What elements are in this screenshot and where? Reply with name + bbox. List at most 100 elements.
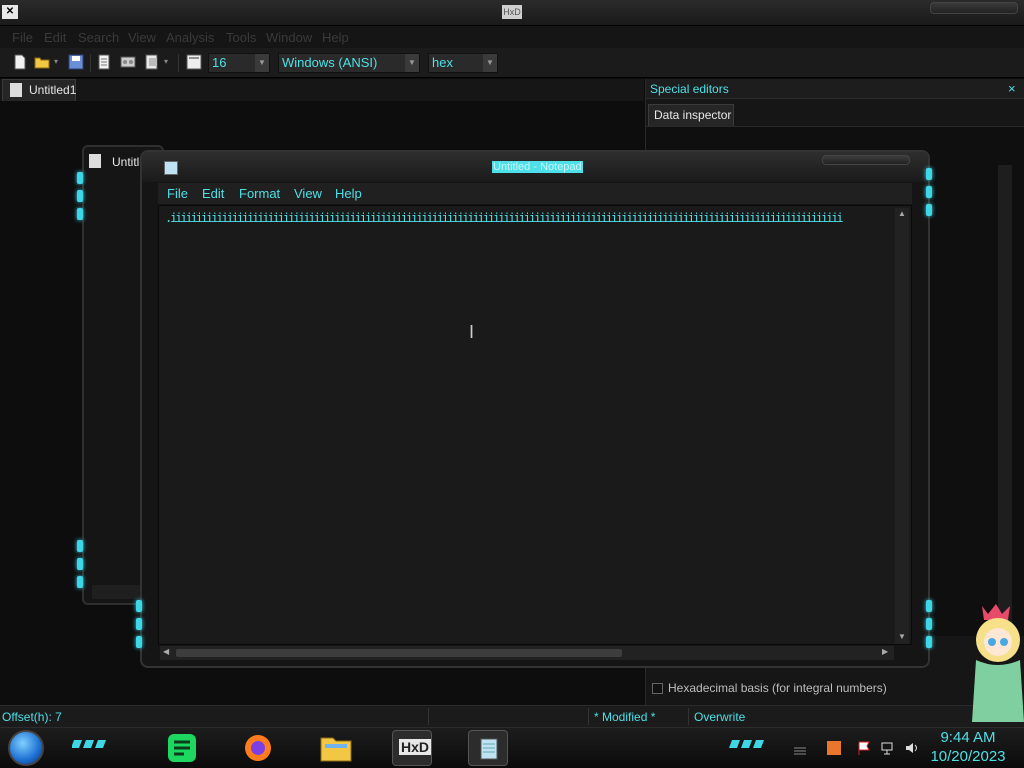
chevron-down-icon[interactable]: ▼ — [405, 54, 419, 72]
notepad-content: .iiiiiiiiiiiiiiiiiiiiiiiiiiiiiiiiiiiiiii… — [165, 211, 844, 225]
window-caption-buttons[interactable] — [822, 155, 910, 165]
hxd-app-icon[interactable]: ✕ — [2, 5, 18, 19]
glow-accent — [136, 600, 142, 612]
scroll-left-icon[interactable]: ◀ — [163, 647, 169, 656]
status-separator — [428, 708, 429, 725]
text-cursor-icon: I — [469, 322, 475, 342]
app-tray-icon[interactable] — [826, 740, 842, 756]
chevron-down-icon[interactable]: ▼ — [255, 54, 269, 72]
menu-format[interactable]: Format — [239, 186, 280, 201]
status-mode[interactable]: Overwrite — [694, 710, 745, 724]
charset-value: Windows (ANSI) — [282, 55, 378, 70]
menu-tools[interactable]: Tools — [226, 30, 256, 45]
hxd-title-bar: ✕ HxD — [0, 0, 1024, 26]
status-separator — [588, 708, 589, 725]
menu-window[interactable]: Window — [266, 30, 312, 45]
glow-accent — [77, 190, 83, 202]
tab-data-inspector[interactable]: Data inspector — [648, 104, 734, 126]
glow-accent — [77, 558, 83, 570]
hxd-tab-bar: Untitled1 — [0, 79, 644, 101]
menu-edit[interactable]: Edit — [202, 186, 224, 201]
notepad-window[interactable]: Untitled - Notepad File Edit Format View… — [140, 150, 930, 668]
notepad-window-title: Untitled - Notepad — [492, 161, 583, 173]
window-caption-buttons[interactable] — [930, 2, 1018, 14]
close-icon[interactable]: × — [1008, 81, 1016, 96]
glow-accent — [77, 208, 83, 220]
network-icon[interactable] — [880, 740, 896, 756]
special-editors-header: Special editors × — [646, 79, 1024, 99]
disk-image-icon[interactable] — [144, 54, 160, 70]
hxd-icon: HxD — [399, 739, 432, 755]
hxd-menu-bar: File Edit Search View Analysis Tools Win… — [0, 26, 1024, 48]
bytes-per-row-icon — [186, 54, 202, 70]
volume-icon[interactable] — [904, 740, 920, 756]
menu-file[interactable]: File — [12, 30, 33, 45]
menu-file[interactable]: File — [167, 186, 188, 201]
glow-accent — [136, 618, 142, 630]
scroll-right-icon[interactable]: ▶ — [882, 647, 888, 656]
offset-base-value: hex — [432, 55, 453, 70]
menu-view[interactable]: View — [294, 186, 322, 201]
save-icon[interactable] — [68, 54, 84, 70]
hxd-toolbar: ▾ ▾ 16 ▼ Windows (ANSI) ▼ hex ▼ — [0, 48, 1024, 78]
new-file-icon[interactable] — [12, 54, 28, 70]
start-button[interactable] — [8, 730, 44, 766]
status-offset: Offset(h): 7 — [2, 710, 62, 724]
chevron-down-icon[interactable]: ▼ — [483, 54, 497, 72]
bytes-per-row-value: 16 — [212, 55, 227, 70]
hxd-taskbar-button[interactable]: HxD — [392, 730, 432, 766]
inspector-scrollbar[interactable] — [998, 165, 1012, 625]
menu-help[interactable]: Help — [335, 186, 362, 201]
file-icon — [89, 154, 101, 168]
vertical-scrollbar[interactable]: ▲ ▼ — [895, 208, 909, 644]
ram-icon[interactable] — [120, 54, 136, 70]
offset-base-select[interactable]: hex ▼ — [428, 53, 498, 73]
notepad-title-bar[interactable]: Untitled - Notepad — [142, 152, 928, 182]
document-icon[interactable] — [96, 54, 112, 70]
show-hidden-icons-icon[interactable] — [792, 740, 808, 756]
bytes-per-row-select[interactable]: 16 ▼ — [208, 53, 270, 73]
scroll-down-icon[interactable]: ▼ — [898, 632, 906, 641]
tab-untitled1[interactable]: Untitled1 — [2, 79, 76, 101]
glow-accent — [926, 618, 932, 630]
notepad-icon[interactable] — [164, 161, 178, 175]
glow-accent — [926, 636, 932, 648]
glow-accent — [72, 740, 106, 748]
hxd-window-title: HxD — [502, 5, 522, 19]
charset-select[interactable]: Windows (ANSI) ▼ — [278, 53, 420, 73]
open-dropdown-icon[interactable]: ▾ — [54, 57, 58, 66]
menu-view[interactable]: View — [128, 30, 156, 45]
menu-help[interactable]: Help — [322, 30, 349, 45]
glow-accent — [926, 186, 932, 198]
hex-basis-option[interactable]: Hexadecimal basis (for integral numbers) — [652, 681, 887, 695]
scroll-up-icon[interactable]: ▲ — [898, 209, 906, 218]
file-explorer-icon[interactable] — [316, 730, 356, 766]
glow-accent — [77, 172, 83, 184]
menu-search[interactable]: Search — [78, 30, 119, 45]
notepad-icon — [480, 738, 498, 760]
notepad-text-area[interactable]: .iiiiiiiiiiiiiiiiiiiiiiiiiiiiiiiiiiiiiii… — [158, 205, 912, 645]
hex-basis-label: Hexadecimal basis (for integral numbers) — [668, 681, 887, 695]
open-folder-icon[interactable] — [34, 54, 50, 70]
firefox-icon[interactable] — [238, 730, 278, 766]
toolbar-separator — [178, 54, 179, 72]
clock-date[interactable]: 10/20/2023 — [928, 748, 1008, 765]
glow-accent — [77, 576, 83, 588]
scroll-thumb[interactable] — [176, 649, 622, 657]
horizontal-scrollbar[interactable]: ◀ ▶ — [160, 646, 894, 660]
glow-accent — [926, 168, 932, 180]
spotify-icon[interactable] — [162, 730, 202, 766]
more-dropdown-icon[interactable]: ▾ — [164, 57, 168, 66]
notepad-menu-bar: File Edit Format View Help — [158, 183, 912, 204]
clock-time[interactable]: 9:44 AM — [928, 729, 1008, 746]
glow-accent — [77, 540, 83, 552]
menu-analysis[interactable]: Analysis — [166, 30, 214, 45]
action-center-flag-icon[interactable] — [856, 740, 872, 756]
menu-edit[interactable]: Edit — [44, 30, 66, 45]
notepad-taskbar-button[interactable] — [468, 730, 508, 766]
hex-basis-checkbox[interactable] — [652, 683, 663, 694]
status-separator — [688, 708, 689, 725]
toolbar-separator — [90, 54, 91, 72]
glow-accent — [136, 636, 142, 648]
special-editors-title: Special editors — [650, 82, 729, 96]
